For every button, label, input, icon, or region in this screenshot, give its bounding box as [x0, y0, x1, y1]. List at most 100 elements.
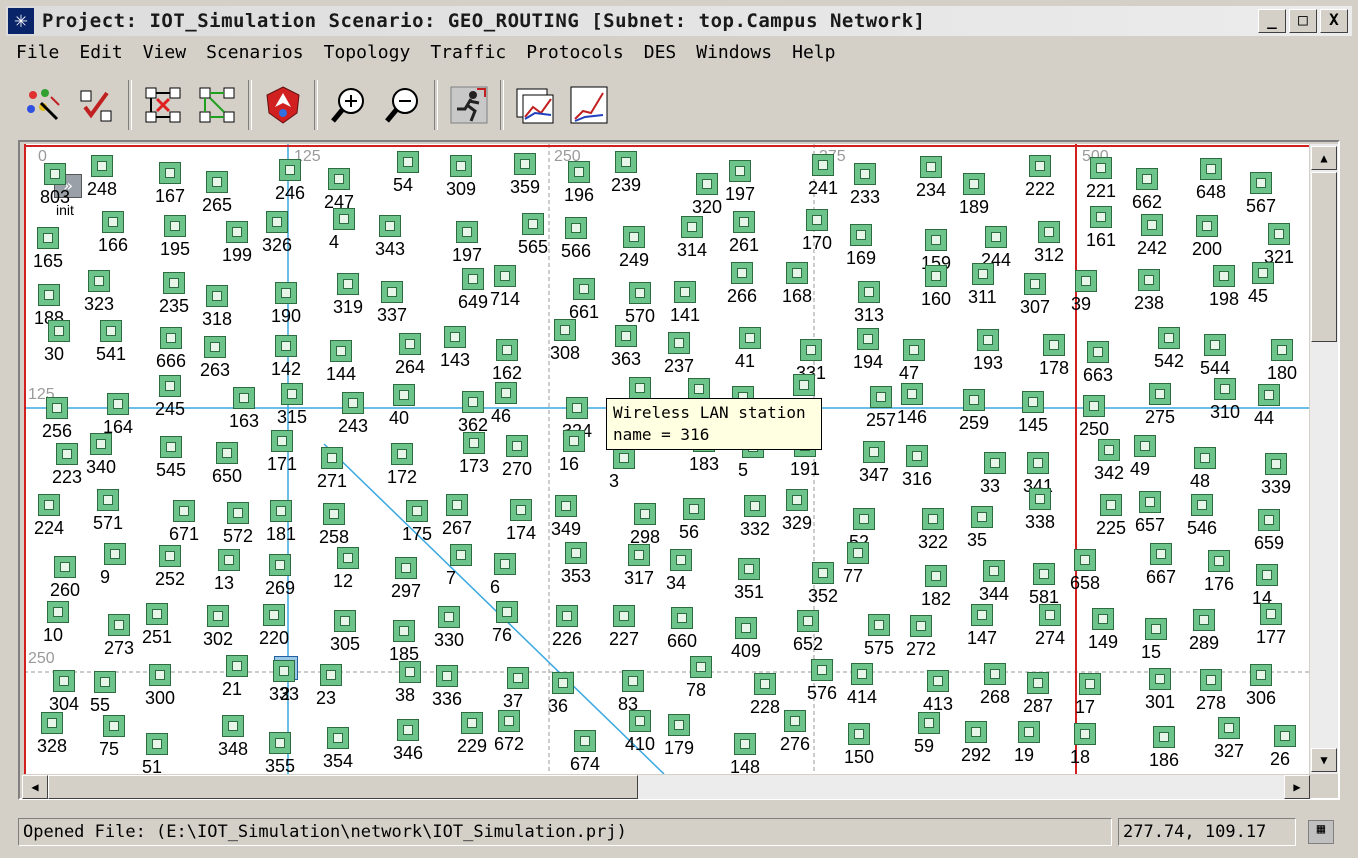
wlan-node[interactable]: 39 — [1071, 270, 1099, 314]
wlan-node[interactable]: 314 — [677, 216, 707, 260]
wlan-node[interactable]: 662 — [1132, 168, 1162, 212]
wlan-node[interactable]: 264 — [395, 333, 425, 377]
wlan-node[interactable]: 347 — [859, 441, 889, 485]
wlan-node[interactable]: 340 — [86, 433, 116, 477]
wlan-node[interactable]: 168 — [782, 262, 812, 306]
wlan-node[interactable]: 359 — [510, 153, 540, 197]
wlan-node[interactable]: 261 — [729, 211, 759, 255]
wlan-node[interactable]: 341 — [1023, 452, 1053, 496]
minimize-button[interactable]: _ — [1258, 9, 1286, 33]
wlan-node[interactable]: 312 — [1034, 221, 1064, 265]
wlan-node[interactable]: 37 — [503, 667, 531, 711]
wlan-node[interactable]: 4 — [329, 208, 357, 252]
wlan-node[interactable]: 326 — [262, 211, 292, 255]
horizontal-scrollbar[interactable]: ◀ ▶ — [22, 775, 1310, 799]
wlan-node[interactable]: 248 — [87, 155, 117, 199]
wlan-node[interactable]: 49 — [1130, 435, 1158, 479]
wlan-node[interactable]: 258 — [319, 503, 349, 547]
wlan-node[interactable]: 142 — [271, 335, 301, 379]
wlan-node[interactable]: 225 — [1096, 494, 1126, 538]
wlan-node[interactable]: 321 — [1264, 223, 1294, 267]
status-grid-icon[interactable]: ▦ — [1308, 820, 1334, 844]
wlan-node[interactable]: 581 — [1029, 563, 1059, 607]
wlan-node[interactable]: 672 — [494, 710, 524, 754]
wlan-node[interactable]: 177 — [1256, 603, 1286, 647]
wlan-node[interactable]: 331 — [796, 339, 826, 383]
wlan-node[interactable]: 667 — [1146, 543, 1176, 587]
wlan-node[interactable]: 9 — [100, 543, 128, 587]
wlan-node[interactable]: 242 — [1137, 214, 1167, 258]
wlan-node[interactable]: 572 — [223, 502, 253, 546]
wlan-node[interactable]: 659 — [1254, 509, 1284, 553]
wlan-node[interactable]: 175 — [402, 500, 432, 544]
wlan-node[interactable]: 265 — [202, 171, 232, 215]
wlan-node[interactable]: 228 — [750, 673, 780, 717]
wlan-node[interactable]: 13 — [214, 549, 242, 593]
wlan-node[interactable]: 176 — [1204, 550, 1234, 594]
wlan-node[interactable]: 348 — [218, 715, 248, 759]
wlan-node[interactable]: 226 — [552, 605, 582, 649]
wlan-node[interactable]: 657 — [1135, 491, 1165, 535]
wlan-node[interactable]: 271 — [317, 447, 347, 491]
vertical-scrollbar[interactable]: ▲ ▼ — [1310, 144, 1338, 774]
wlan-node[interactable]: 185 — [389, 620, 419, 664]
wlan-node[interactable]: 308 — [550, 319, 580, 363]
wlan-node[interactable]: 327 — [1214, 717, 1244, 761]
wlan-node[interactable]: 150 — [844, 723, 874, 767]
wlan-node[interactable]: 338 — [1025, 488, 1055, 532]
wlan-node[interactable]: 239 — [611, 151, 641, 195]
wlan-node[interactable]: 17 — [1075, 673, 1103, 717]
wlan-node[interactable]: 244 — [981, 226, 1011, 270]
wlan-node[interactable]: 34 — [666, 549, 694, 593]
zoom-out-button[interactable] — [379, 81, 427, 129]
wlan-node[interactable]: 243 — [338, 392, 368, 436]
wlan-node[interactable]: 336 — [432, 665, 462, 709]
fail-links-button[interactable] — [139, 81, 187, 129]
wlan-node[interactable]: 159 — [921, 229, 951, 273]
wlan-node[interactable]: 35 — [967, 506, 995, 550]
wlan-node[interactable]: 241 — [808, 154, 838, 198]
wlan-node[interactable]: 47 — [899, 339, 927, 383]
menu-windows[interactable]: Windows — [688, 40, 780, 68]
wlan-node[interactable]: 182 — [921, 565, 951, 609]
wlan-node[interactable]: 3 — [609, 447, 637, 491]
wlan-node[interactable]: 656 — [789, 374, 819, 418]
wlan-node[interactable]: 275 — [1145, 383, 1175, 427]
wlan-node[interactable]: 272 — [906, 615, 936, 659]
wlan-node[interactable]: 803 — [40, 163, 70, 207]
wlan-node[interactable]: 48 — [1190, 447, 1218, 491]
wlan-node[interactable]: 297 — [391, 557, 421, 601]
wlan-node[interactable]: 414 — [847, 663, 877, 707]
wlan-node[interactable]: 197 — [452, 221, 482, 265]
wlan-node[interactable]: 311 — [968, 263, 997, 307]
zoom-in-button[interactable] — [325, 81, 373, 129]
wlan-node[interactable]: 649 — [458, 268, 488, 312]
wlan-node[interactable]: 566 — [561, 217, 591, 261]
wlan-node[interactable]: 300 — [145, 664, 175, 708]
wlan-node[interactable]: 14 — [1252, 564, 1280, 608]
wlan-node[interactable]: 162 — [492, 339, 522, 383]
network-canvas[interactable]: 0 125 250 375 500 125 250 » init S 2 803… — [24, 144, 1309, 774]
wlan-node[interactable]: 270 — [502, 435, 532, 479]
wlan-node[interactable]: 324 — [562, 397, 592, 441]
wlan-node[interactable]: 666 — [156, 327, 186, 371]
wlan-node[interactable]: 333 — [269, 660, 299, 704]
wlan-node[interactable]: 316 — [902, 445, 932, 489]
wlan-node[interactable]: 351 — [734, 558, 764, 602]
wlan-node[interactable]: 146 — [897, 383, 927, 427]
wlan-node[interactable]: 545 — [156, 436, 186, 480]
wlan-node[interactable]: 10 — [43, 601, 71, 645]
wlan-node[interactable]: 83 — [618, 670, 646, 714]
wlan-node[interactable]: 173 — [459, 432, 489, 476]
wlan-node[interactable]: 51 — [142, 733, 170, 774]
wlan-node[interactable]: 268 — [980, 663, 1010, 707]
wlan-node[interactable]: 55 — [90, 671, 118, 715]
wlan-node[interactable]: 313 — [854, 281, 884, 325]
wlan-node[interactable]: 56 — [679, 498, 707, 542]
wlan-node[interactable]: 269 — [265, 554, 295, 598]
wlan-node[interactable]: 200 — [1192, 215, 1222, 259]
menu-view[interactable]: View — [135, 40, 194, 68]
wlan-node[interactable]: 362 — [458, 391, 488, 435]
wlan-node[interactable]: 196 — [564, 161, 594, 205]
wlan-node[interactable]: 220 — [259, 604, 289, 648]
